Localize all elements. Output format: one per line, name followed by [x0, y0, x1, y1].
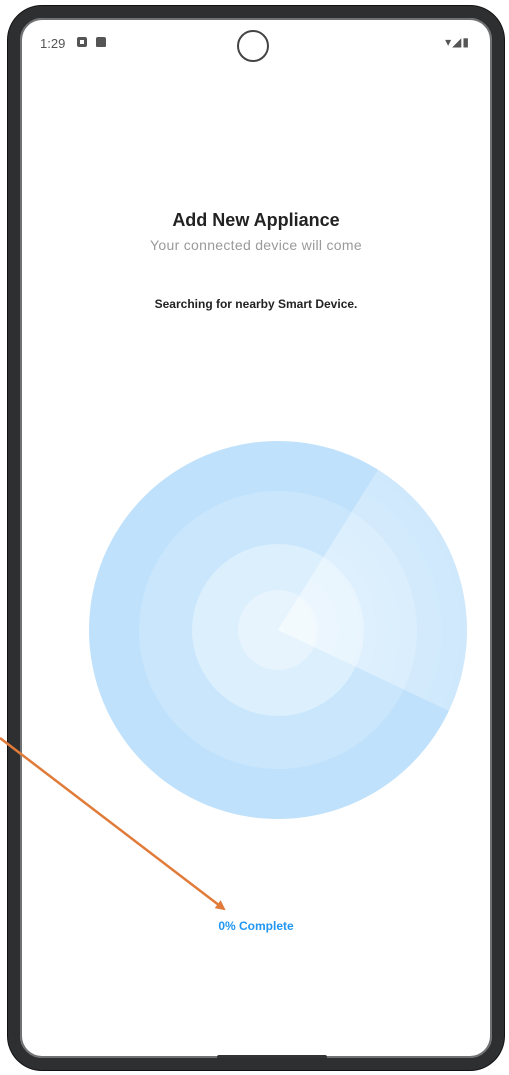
phone-frame: 1:29 ▾◢▮ Add New Appliance Your connecte… — [8, 6, 504, 1070]
front-camera — [237, 30, 269, 62]
progress-label: 0% Complete — [218, 919, 294, 933]
status-bar: 1:29 ▾◢▮ — [20, 18, 492, 62]
signal-battery-icons: ▾◢▮ — [445, 35, 470, 49]
status-time: 1:29 — [40, 36, 66, 51]
radar-center-glow — [238, 590, 318, 670]
sd-card-notification-icon — [96, 37, 106, 47]
page-title: Add New Appliance — [172, 210, 340, 230]
photo-notification-icon — [77, 37, 87, 47]
page-subtitle: Your connected device will come — [150, 237, 362, 253]
radar-scan-animation — [89, 441, 467, 819]
home-indicator[interactable] — [217, 1055, 327, 1058]
searching-status-text: Searching for nearby Smart Device. — [154, 297, 358, 311]
